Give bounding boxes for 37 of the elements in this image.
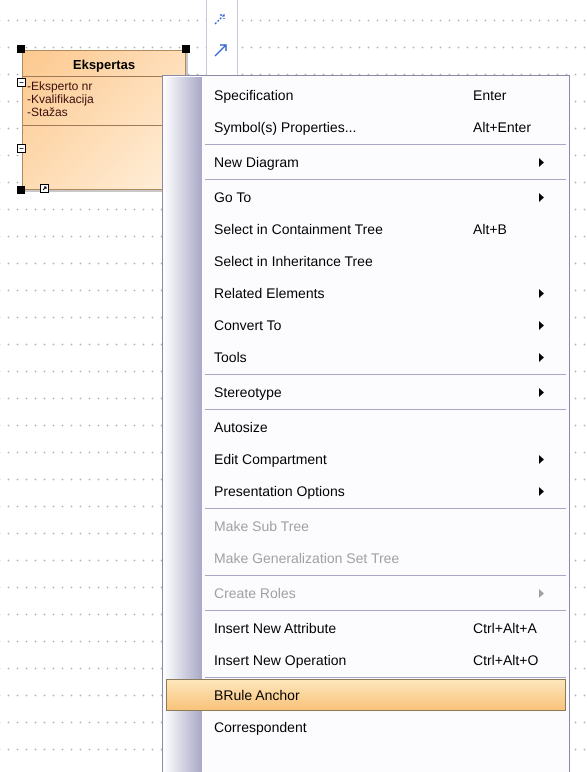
menu-item[interactable]: Stereotype	[166, 376, 566, 408]
shortcut-text: Alt+Enter	[473, 119, 531, 135]
menu-item[interactable]: Select in Containment Tree Alt+B	[166, 213, 566, 245]
selection-handle[interactable]	[17, 45, 25, 53]
submenu-arrow-icon	[539, 454, 544, 464]
attribute-text: -Eksperto nr	[27, 80, 94, 93]
menu-item[interactable]: Insert New Attribute Ctrl+Alt+A	[166, 612, 566, 644]
arrow-icon[interactable]	[213, 42, 229, 58]
submenu-arrow-icon	[539, 588, 544, 598]
menu-item[interactable]: Autosize	[166, 411, 566, 443]
selection-handle[interactable]	[182, 45, 190, 53]
submenu-arrow-icon	[539, 486, 544, 496]
submenu-arrow-icon	[539, 288, 544, 298]
submenu-arrow-icon	[539, 352, 544, 362]
menu-item[interactable]: Edit Compartment	[166, 443, 566, 475]
shortcut-text: Ctrl+Alt+O	[473, 652, 538, 668]
submenu-arrow-icon	[539, 388, 544, 396]
submenu-arrow-icon	[539, 192, 544, 202]
menu-item[interactable]: Convert To	[166, 309, 566, 341]
menu-item[interactable]: Select in Inheritance Tree	[166, 245, 566, 277]
collapse-icon[interactable]	[17, 144, 26, 153]
shortcut-text: Alt+B	[473, 221, 507, 237]
shortcut-text: Enter	[473, 87, 506, 103]
menu-item[interactable]: Insert New Operation Ctrl+Alt+O	[166, 644, 566, 676]
submenu-arrow-icon	[539, 320, 544, 330]
menu-item[interactable]: Presentation Options	[166, 475, 566, 507]
attribute-text: -Kvalifikacija	[27, 93, 95, 106]
resize-icon[interactable]	[40, 184, 49, 193]
menu-item[interactable]: Related Elements	[166, 277, 566, 309]
collapse-icon[interactable]	[17, 78, 26, 87]
attribute-text: -Stažas	[27, 106, 68, 119]
menu-item[interactable]: Correspondent	[166, 711, 566, 743]
submenu-arrow-icon	[539, 158, 544, 166]
shortcut-text: Ctrl+Alt+A	[473, 620, 537, 636]
selection-handle[interactable]	[17, 186, 25, 194]
menu-item[interactable]: Tools	[166, 341, 566, 373]
menu-item[interactable]: BRule Anchor	[166, 679, 566, 711]
